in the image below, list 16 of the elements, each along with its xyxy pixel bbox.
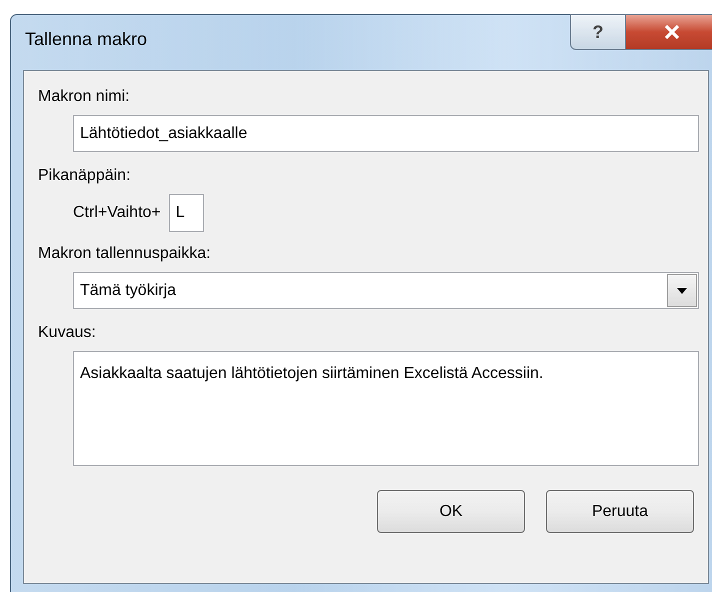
field-label: Kuvaus: — [38, 323, 97, 343]
dialog-button[interactable]: OK — [377, 490, 525, 533]
window-title: Tallenna makro — [25, 29, 148, 50]
field-label: Makron tallennuspaikka: — [38, 244, 212, 264]
close-icon — [664, 25, 680, 39]
help-button[interactable]: ? — [570, 14, 626, 50]
field-label: Makron nimi: — [38, 87, 131, 107]
shortcut-key-field[interactable]: L — [168, 194, 204, 232]
dropdown-arrow-icon — [677, 288, 687, 294]
description-field[interactable]: Asiakkaalta saatujen lähtötietojen siirtäminen Excelistä Accessiin. — [73, 351, 699, 466]
macro-name-field[interactable]: Lähtötiedot_asiakkaalle — [73, 115, 699, 152]
close-button[interactable] — [626, 14, 712, 50]
dialog-button[interactable]: Peruuta — [546, 490, 694, 533]
location-dropdown[interactable]: Tämä työkirja — [73, 272, 699, 309]
field-label: Pikanäppäin: — [38, 166, 132, 186]
shortcut-prefix: Ctrl+Vaihto+ — [73, 204, 161, 222]
